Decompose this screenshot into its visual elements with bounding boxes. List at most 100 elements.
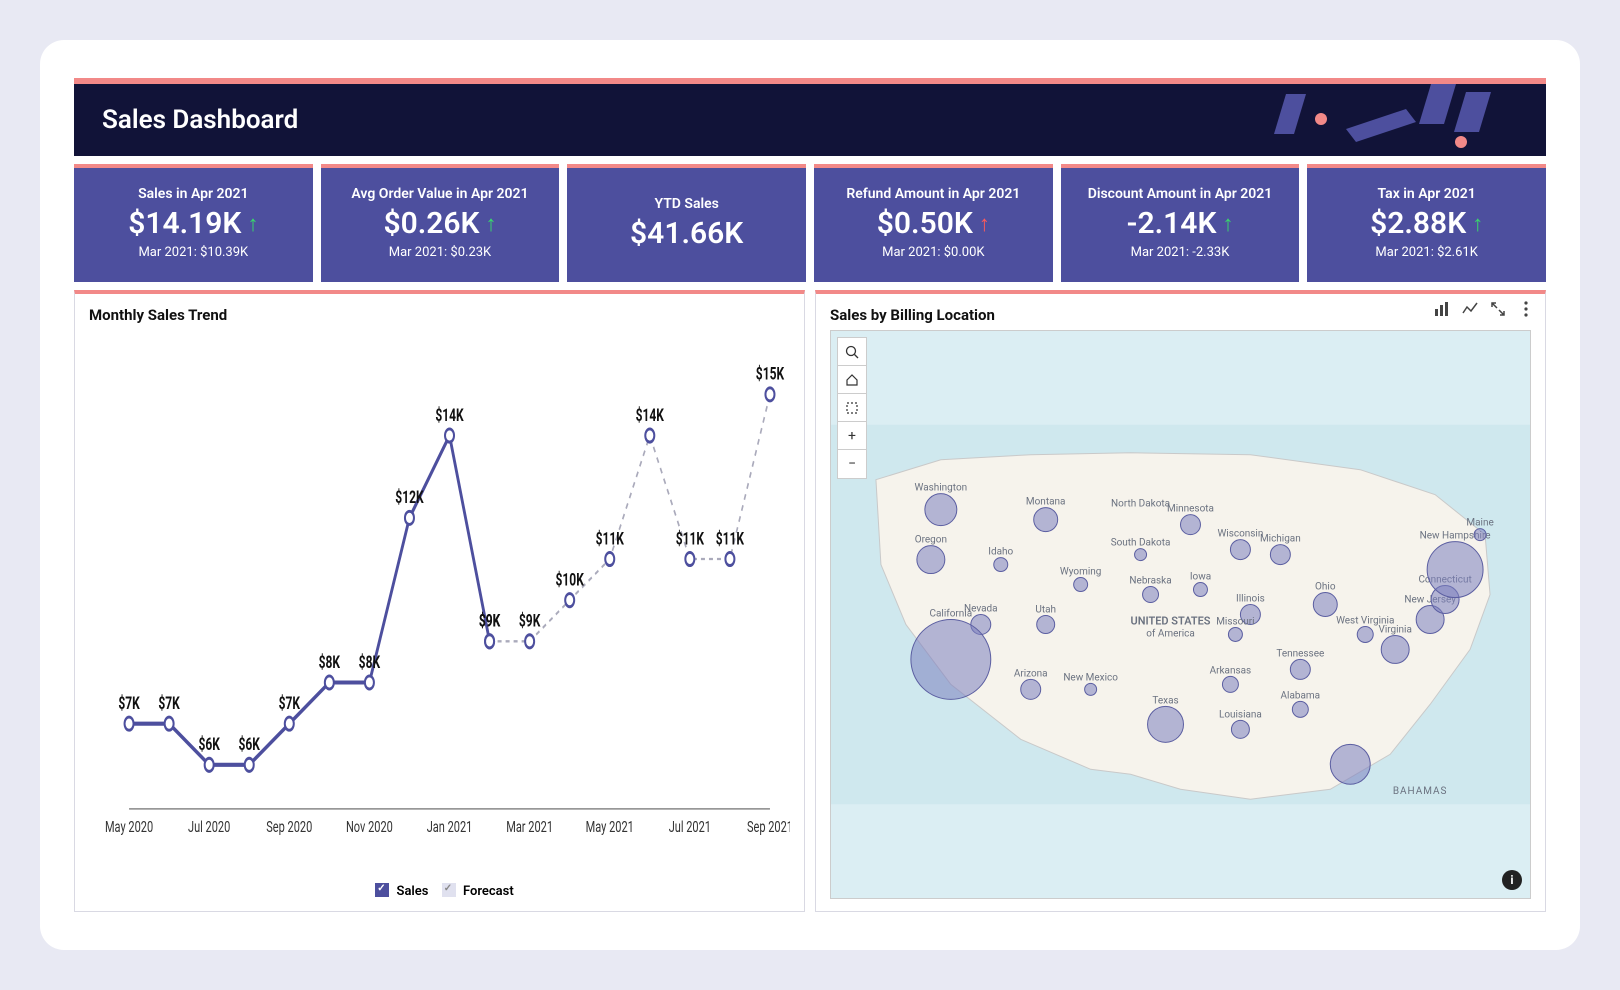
svg-text:Wisconsin: Wisconsin xyxy=(1217,529,1263,540)
svg-text:North Dakota: North Dakota xyxy=(1111,499,1170,510)
svg-text:$14K: $14K xyxy=(636,405,665,426)
legend-label-sales[interactable]: Sales xyxy=(397,884,429,899)
svg-text:Arizona: Arizona xyxy=(1014,668,1048,679)
kpi-refund[interactable]: Refund Amount in Apr 2021 $0.50K ↑ Mar 2… xyxy=(814,164,1053,282)
svg-text:$15K: $15K xyxy=(756,363,785,384)
svg-text:Iowa: Iowa xyxy=(1190,572,1211,583)
bar-chart-icon[interactable] xyxy=(1433,300,1451,318)
more-icon[interactable] xyxy=(1517,300,1535,318)
panel-billing-map: Sales by Billing Location + − UNITED STA… xyxy=(815,290,1546,912)
map-search-icon[interactable] xyxy=(838,338,866,366)
kpi-tax[interactable]: Tax in Apr 2021 $2.88K ↑ Mar 2021: $2.61… xyxy=(1307,164,1546,282)
arrow-up-icon: ↑ xyxy=(1222,211,1233,237)
panel-monthly-trend: Monthly Sales Trend May 2020Jul 2020Sep … xyxy=(74,290,805,912)
svg-text:Utah: Utah xyxy=(1035,605,1056,616)
svg-text:Washington: Washington xyxy=(915,483,968,494)
kpi-value: $41.66K xyxy=(630,216,743,251)
panel-title: Sales by Billing Location xyxy=(830,306,1531,324)
svg-text:of America: of America xyxy=(1146,628,1195,639)
arrow-up-icon: ↑ xyxy=(979,211,990,237)
header-decor-icon xyxy=(1266,84,1506,162)
arrow-up-icon: ↑ xyxy=(247,211,258,237)
svg-text:$6K: $6K xyxy=(198,734,220,755)
kpi-sub: Mar 2021: $0.23K xyxy=(389,245,491,260)
header-bar: Sales Dashboard xyxy=(74,78,1546,156)
arrow-up-icon: ↑ xyxy=(486,211,497,237)
kpi-discount[interactable]: Discount Amount in Apr 2021 -2.14K ↑ Mar… xyxy=(1061,164,1300,282)
svg-text:Montana: Montana xyxy=(1026,497,1066,508)
chart-legend: Sales Forecast xyxy=(89,879,790,899)
svg-text:Tennessee: Tennessee xyxy=(1276,648,1324,659)
kpi-value: $2.88K ↑ xyxy=(1370,206,1483,241)
kpi-row: Sales in Apr 2021 $14.19K ↑ Mar 2021: $1… xyxy=(74,164,1546,282)
svg-text:Idaho: Idaho xyxy=(988,547,1013,558)
svg-text:Virginia: Virginia xyxy=(1378,624,1411,635)
svg-text:$7K: $7K xyxy=(279,693,301,714)
svg-text:Louisiana: Louisiana xyxy=(1219,709,1262,720)
map-zoom-out-icon[interactable]: − xyxy=(838,450,866,478)
kpi-value: $0.26K ↑ xyxy=(383,206,496,241)
map-home-icon[interactable] xyxy=(838,366,866,394)
svg-text:Missouri: Missouri xyxy=(1216,616,1254,627)
svg-text:$10K: $10K xyxy=(556,569,585,590)
kpi-label: YTD Sales xyxy=(654,196,718,212)
panel-actions xyxy=(1433,300,1535,318)
svg-text:Illinois: Illinois xyxy=(1236,594,1265,605)
kpi-value: $0.50K ↑ xyxy=(877,206,990,241)
svg-text:Nov 2020: Nov 2020 xyxy=(346,818,393,837)
svg-text:Oregon: Oregon xyxy=(915,535,947,546)
expand-icon[interactable] xyxy=(1489,300,1507,318)
kpi-sub: Mar 2021: $10.39K xyxy=(138,245,248,260)
legend-swatch-sales-icon[interactable] xyxy=(375,883,389,897)
chart-monthly-trend[interactable]: May 2020Jul 2020Sep 2020Nov 2020Jan 2021… xyxy=(89,324,790,879)
svg-text:May 2021: May 2021 xyxy=(586,818,634,837)
svg-text:Minnesota: Minnesota xyxy=(1167,504,1214,515)
svg-text:Maine: Maine xyxy=(1466,518,1493,529)
svg-text:$9K: $9K xyxy=(519,610,541,631)
map-select-icon[interactable] xyxy=(838,394,866,422)
svg-text:$7K: $7K xyxy=(158,693,180,714)
map-toolbar: + − xyxy=(837,337,867,479)
kpi-sales[interactable]: Sales in Apr 2021 $14.19K ↑ Mar 2021: $1… xyxy=(74,164,313,282)
svg-text:$8K: $8K xyxy=(319,652,341,673)
kpi-ytd[interactable]: YTD Sales $41.66K xyxy=(567,164,806,282)
line-chart-icon[interactable] xyxy=(1461,300,1479,318)
kpi-sub: Mar 2021: $2.61K xyxy=(1375,245,1477,260)
svg-text:Arkansas: Arkansas xyxy=(1210,665,1252,676)
map-info-icon[interactable]: i xyxy=(1502,870,1522,890)
svg-text:Jul 2021: Jul 2021 xyxy=(669,818,711,837)
svg-text:Wyoming: Wyoming xyxy=(1060,567,1101,578)
svg-text:Nebraska: Nebraska xyxy=(1129,576,1171,587)
svg-text:Mar 2021: Mar 2021 xyxy=(506,818,553,837)
svg-text:$11K: $11K xyxy=(596,528,625,549)
kpi-value: $14.19K ↑ xyxy=(128,206,258,241)
legend-swatch-forecast-icon[interactable] xyxy=(442,883,456,897)
svg-text:$6K: $6K xyxy=(239,734,261,755)
page-title: Sales Dashboard xyxy=(102,105,298,135)
svg-text:Sep 2021: Sep 2021 xyxy=(747,818,790,837)
svg-text:UNITED STATES: UNITED STATES xyxy=(1131,614,1211,627)
arrow-up-icon: ↑ xyxy=(1472,211,1483,237)
svg-text:California: California xyxy=(930,608,973,619)
kpi-label: Tax in Apr 2021 xyxy=(1378,186,1476,202)
svg-text:$7K: $7K xyxy=(118,693,140,714)
svg-text:$12K: $12K xyxy=(395,487,424,508)
svg-text:Texas: Texas xyxy=(1152,695,1178,706)
kpi-sub: Mar 2021: $0.00K xyxy=(882,245,984,260)
legend-label-forecast[interactable]: Forecast xyxy=(463,884,514,899)
svg-text:Michigan: Michigan xyxy=(1260,534,1301,545)
panels-row: Monthly Sales Trend May 2020Jul 2020Sep … xyxy=(74,290,1546,912)
svg-text:$8K: $8K xyxy=(359,652,381,673)
kpi-sub: Mar 2021: -2.33K xyxy=(1131,245,1230,260)
panel-title: Monthly Sales Trend xyxy=(89,306,790,324)
map-canvas[interactable]: + − UNITED STATESof AmericaBAHAMASWashin… xyxy=(830,330,1531,899)
map-zoom-in-icon[interactable]: + xyxy=(838,422,866,450)
kpi-avg-order[interactable]: Avg Order Value in Apr 2021 $0.26K ↑ Mar… xyxy=(321,164,560,282)
kpi-value: -2.14K ↑ xyxy=(1127,206,1234,241)
svg-text:$9K: $9K xyxy=(479,610,501,631)
svg-text:New Mexico: New Mexico xyxy=(1063,672,1118,683)
svg-text:$11K: $11K xyxy=(676,528,705,549)
svg-text:$11K: $11K xyxy=(716,528,745,549)
dashboard-frame: Sales Dashboard Sales in Apr 2021 $14.19… xyxy=(40,40,1580,950)
svg-text:Jul 2020: Jul 2020 xyxy=(188,818,230,837)
